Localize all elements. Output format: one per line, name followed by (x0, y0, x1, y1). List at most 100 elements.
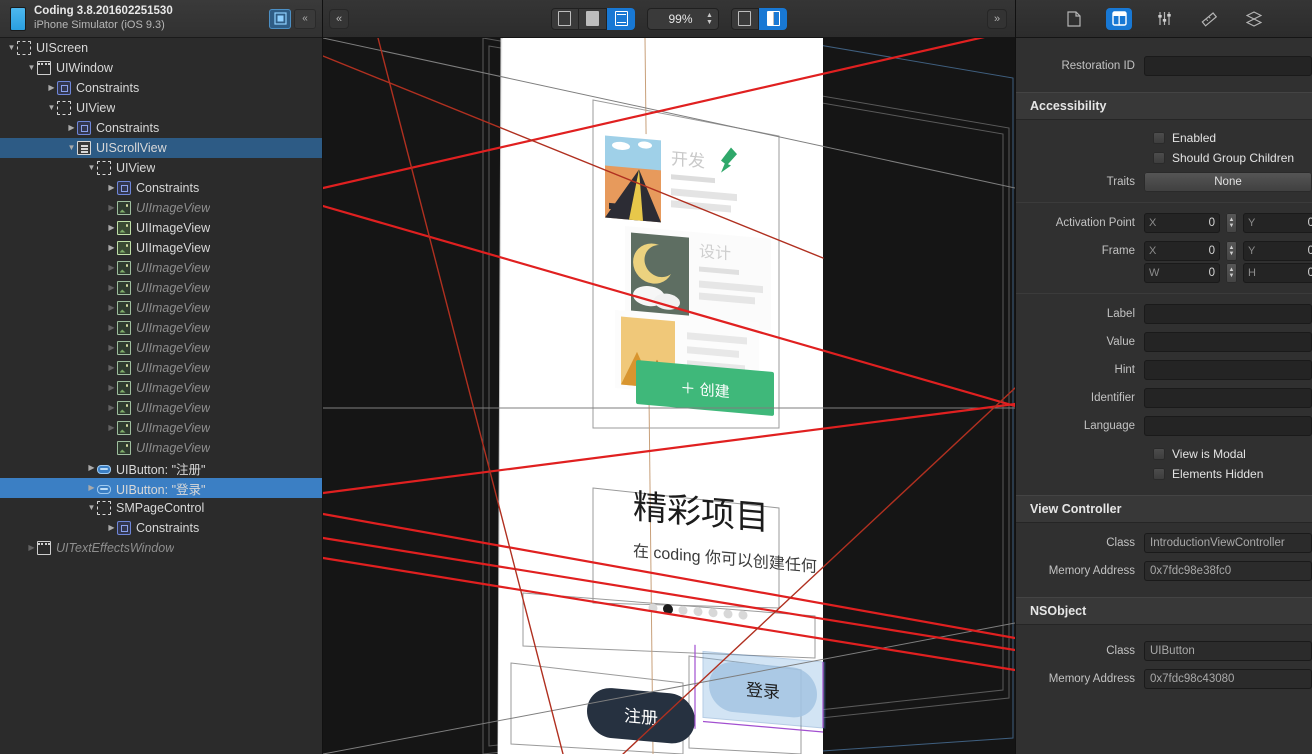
vc-memory-value[interactable]: 0x7fdc98e38fc0 (1144, 561, 1312, 581)
disclosure-triangle[interactable] (106, 384, 117, 392)
zoom-control[interactable]: 99% ▲ ▼ (647, 7, 719, 30)
tree-row-uiimageview[interactable]: UIImageView (0, 338, 322, 358)
tree-row-uiimageview[interactable]: UIImageView (0, 218, 322, 238)
tree-row-uiimageview[interactable]: UIImageView (0, 298, 322, 318)
inspector-tab-bar[interactable] (1016, 0, 1312, 38)
show-constraints-button[interactable] (579, 7, 607, 30)
tree-row-uiwindow[interactable]: UIWindow (0, 58, 322, 78)
tree-row-constraints[interactable]: Constraints (0, 118, 322, 138)
view-hierarchy-tree[interactable]: UIScreen UIWindow Constraints UIView Constra… (0, 38, 322, 558)
disclosure-triangle[interactable] (106, 284, 117, 292)
disclosure-triangle[interactable] (106, 344, 117, 352)
file-inspector-tab[interactable] (1061, 8, 1087, 30)
activation-point-stepper[interactable]: ▲ ▼ (1226, 213, 1237, 233)
tree-row-constraints[interactable]: Constraints (0, 178, 322, 198)
disclosure-triangle[interactable] (106, 244, 117, 252)
frame-x-field[interactable]: X 0 (1144, 241, 1220, 261)
disclosure-triangle[interactable] (106, 404, 117, 412)
tree-row-constraints[interactable]: Constraints (0, 78, 322, 98)
tree-row-uiimageview[interactable]: UIImageView (0, 198, 322, 218)
tree-row-uiscrollview[interactable]: UIScrollView (0, 138, 322, 158)
vc-class-value[interactable]: IntroductionViewController (1144, 533, 1312, 553)
show-hierarchy-spacing-button[interactable] (759, 7, 787, 30)
tree-row-uiimageview[interactable]: UIImageView (0, 438, 322, 458)
frame-xy-stepper[interactable]: ▲ ▼ (1226, 241, 1237, 261)
activation-point-x-field[interactable]: X 0 (1144, 213, 1220, 233)
frame-wh-stepper[interactable]: ▲ ▼ (1226, 263, 1237, 283)
disclosure-triangle[interactable] (106, 324, 117, 332)
should-group-children-checkbox[interactable] (1153, 152, 1165, 164)
elements-hidden-checkbox[interactable] (1153, 468, 1165, 480)
enabled-checkbox[interactable] (1153, 132, 1165, 144)
tree-row-uiview[interactable]: UIView (0, 158, 322, 178)
tree-row-constraints[interactable]: Constraints (0, 518, 322, 538)
frame-h-field[interactable]: H 0 (1243, 263, 1312, 283)
tree-row-uiimageview[interactable]: UIImageView (0, 318, 322, 338)
disclosure-triangle[interactable] (26, 544, 37, 552)
nsobject-memory-value[interactable]: 0x7fdc98c43080 (1144, 669, 1312, 689)
view-debugger-canvas[interactable]: 99% ▲ ▼ « » 开发 设计 ＋ 创建 精彩项目 在 coding 你可以… (323, 0, 1015, 754)
elements-hidden-row[interactable]: Elements Hidden (1016, 464, 1312, 484)
frame-y-field[interactable]: Y 0 (1243, 241, 1312, 261)
tree-row-uiview[interactable]: UIView (0, 98, 322, 118)
restoration-id-field[interactable] (1144, 56, 1312, 76)
frame-w-field[interactable]: W 0 (1144, 263, 1220, 283)
view-mode-segmented-control[interactable] (551, 7, 635, 30)
tree-row-uitexteffectswindow[interactable]: UITextEffectsWindow (0, 538, 322, 558)
tree-row-uibutton[interactable]: UIButton: "注册" (0, 458, 322, 478)
disclosure-triangle[interactable] (106, 424, 117, 432)
a11y-field-input[interactable] (1144, 332, 1312, 352)
disclosure-triangle[interactable] (106, 364, 117, 372)
accessibility-enabled-row[interactable]: Enabled (1016, 128, 1312, 148)
tree-row-uibutton[interactable]: UIButton: "登录" (0, 478, 322, 498)
show-clipped-content-button[interactable] (551, 7, 579, 30)
tree-row-uiimageview[interactable]: UIImageView (0, 358, 322, 378)
canvas-collapse-left-button[interactable]: « (329, 9, 349, 29)
connections-inspector-tab[interactable] (1241, 8, 1267, 30)
tree-row-uiscreen[interactable]: UIScreen (0, 38, 322, 58)
tree-row-uiimageview[interactable]: UIImageView (0, 258, 322, 278)
size-inspector-tab[interactable] (1196, 8, 1222, 30)
activation-point-y-field[interactable]: Y 0 (1243, 213, 1312, 233)
zoom-stepper[interactable]: ▲ ▼ (704, 12, 715, 26)
view-modal-row[interactable]: View is Modal (1016, 444, 1312, 464)
view-is-modal-checkbox[interactable] (1153, 448, 1165, 460)
view-hierarchy-toggle-button[interactable] (269, 8, 291, 29)
object-inspector-tab[interactable] (1106, 7, 1132, 30)
disclosure-triangle[interactable] (106, 224, 117, 232)
tree-row-uiimageview[interactable]: UIImageView (0, 238, 322, 258)
disclosure-triangle[interactable] (86, 464, 97, 472)
disclosure-triangle[interactable] (106, 524, 117, 532)
disclosure-triangle[interactable] (46, 84, 57, 92)
disclosure-triangle[interactable] (106, 184, 117, 192)
a11y-field-input[interactable] (1144, 360, 1312, 380)
disclosure-triangle[interactable] (86, 484, 97, 492)
adjust-view-mode-button[interactable] (731, 7, 759, 30)
tree-row-smpagecontrol[interactable]: SMPageControl (0, 498, 322, 518)
tree-row-uiimageview[interactable]: UIImageView (0, 418, 322, 438)
nsobject-class-value[interactable]: UIButton (1144, 641, 1312, 661)
traits-popup-button[interactable]: None (1144, 172, 1312, 192)
canvas-expand-right-button[interactable]: » (987, 9, 1007, 29)
disclosure-triangle[interactable] (106, 204, 117, 212)
a11y-field-input[interactable] (1144, 304, 1312, 324)
disclosure-triangle[interactable] (86, 164, 97, 172)
disclosure-triangle[interactable] (66, 124, 77, 132)
disclosure-triangle[interactable] (6, 44, 17, 52)
attributes-inspector-tab[interactable] (1151, 8, 1177, 30)
tree-row-uiimageview[interactable]: UIImageView (0, 398, 322, 418)
show-view-frames-button[interactable] (607, 7, 635, 30)
disclosure-triangle[interactable] (106, 304, 117, 312)
disclosure-triangle[interactable] (46, 104, 57, 112)
hierarchy-spacing-segmented-control[interactable] (731, 7, 787, 30)
group-children-row[interactable]: Should Group Children (1016, 148, 1312, 168)
a11y-field-input[interactable] (1144, 388, 1312, 408)
exploded-view-scene[interactable]: 开发 设计 ＋ 创建 精彩项目 在 coding 你可以创建任何 注册 登录 (323, 38, 1015, 754)
disclosure-triangle[interactable] (66, 144, 77, 152)
a11y-field-input[interactable] (1144, 416, 1312, 436)
tree-row-uiimageview[interactable]: UIImageView (0, 378, 322, 398)
disclosure-triangle[interactable] (26, 64, 37, 72)
collapse-navigator-button[interactable]: « (294, 8, 316, 29)
disclosure-triangle[interactable] (86, 504, 97, 512)
disclosure-triangle[interactable] (106, 264, 117, 272)
